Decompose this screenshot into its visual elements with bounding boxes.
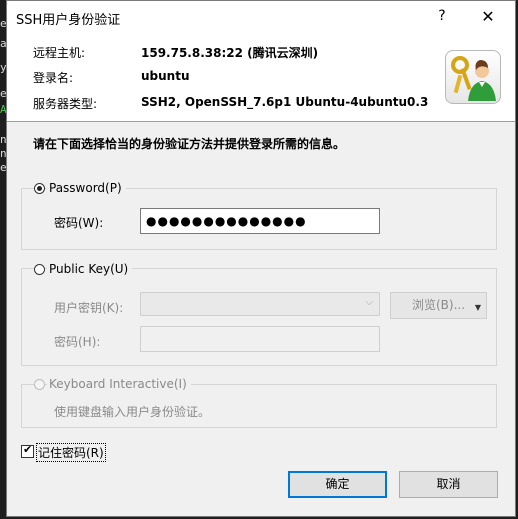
- password-input[interactable]: ●●●●●●●●●●●●●●: [140, 208, 380, 234]
- host-value: 159.75.8.38:22 (腾讯云深圳): [141, 46, 319, 60]
- password-radio[interactable]: [34, 183, 45, 194]
- help-button[interactable]: ?: [419, 1, 465, 32]
- header-separator: [7, 121, 515, 122]
- dropdown-arrow-icon: ▼: [474, 303, 481, 312]
- publickey-radio[interactable]: [34, 264, 45, 275]
- password-field-label: 密码(W):: [54, 216, 104, 230]
- title-bar: SSH用户身份验证 ? ✕: [7, 1, 515, 32]
- ssh-auth-dialog: SSH用户身份验证 ? ✕ 远程主机: 159.75.8.38:22 (腾讯云深…: [6, 0, 516, 517]
- server-type-value: SSH2, OpenSSH_7.6p1 Ubuntu-4ubuntu0.3: [141, 95, 429, 109]
- server-type-label: 服务器类型:: [33, 97, 98, 111]
- window-title: SSH用户身份验证: [16, 13, 121, 28]
- password-value: ●●●●●●●●●●●●●●: [146, 214, 307, 228]
- browse-button[interactable]: 浏览(B)... ▼: [390, 292, 487, 319]
- publickey-radio-label[interactable]: Public Key(U): [47, 262, 133, 276]
- close-button[interactable]: ✕: [465, 1, 511, 32]
- checkmark-icon: ✔: [23, 443, 33, 456]
- ok-button[interactable]: 确定: [288, 471, 387, 498]
- keyboard-interactive-description: 使用键盘输入用户身份验证。: [54, 405, 211, 419]
- key-passphrase-label: 密码(H):: [54, 335, 101, 349]
- instruction-text: 请在下面选择恰当的身份验证方法并提供登录所需的信息。: [33, 137, 346, 151]
- browse-button-label: 浏览(B)...: [411, 298, 466, 312]
- host-label: 远程主机:: [33, 46, 86, 60]
- keyboard-interactive-radio-label[interactable]: Keyboard Interactive(I): [47, 377, 191, 391]
- user-key-label: 用户密钥(K):: [54, 301, 124, 315]
- login-label: 登录名:: [33, 71, 74, 85]
- cancel-button[interactable]: 取消: [399, 471, 498, 498]
- remember-password-checkbox[interactable]: ✔: [21, 443, 34, 458]
- connection-info-panel: 远程主机: 159.75.8.38:22 (腾讯云深圳) 登录名: ubuntu…: [7, 32, 515, 121]
- password-radio-label[interactable]: Password(P): [47, 181, 126, 195]
- keyboard-interactive-radio[interactable]: [34, 379, 45, 390]
- keys-user-icon: [445, 50, 501, 104]
- key-passphrase-input[interactable]: [140, 326, 380, 352]
- login-value: ubuntu: [141, 69, 190, 83]
- remember-password-label[interactable]: 记住密码(R): [36, 443, 106, 462]
- chevron-down-icon: ⌵: [365, 297, 373, 308]
- user-key-select[interactable]: ⌵: [140, 292, 380, 316]
